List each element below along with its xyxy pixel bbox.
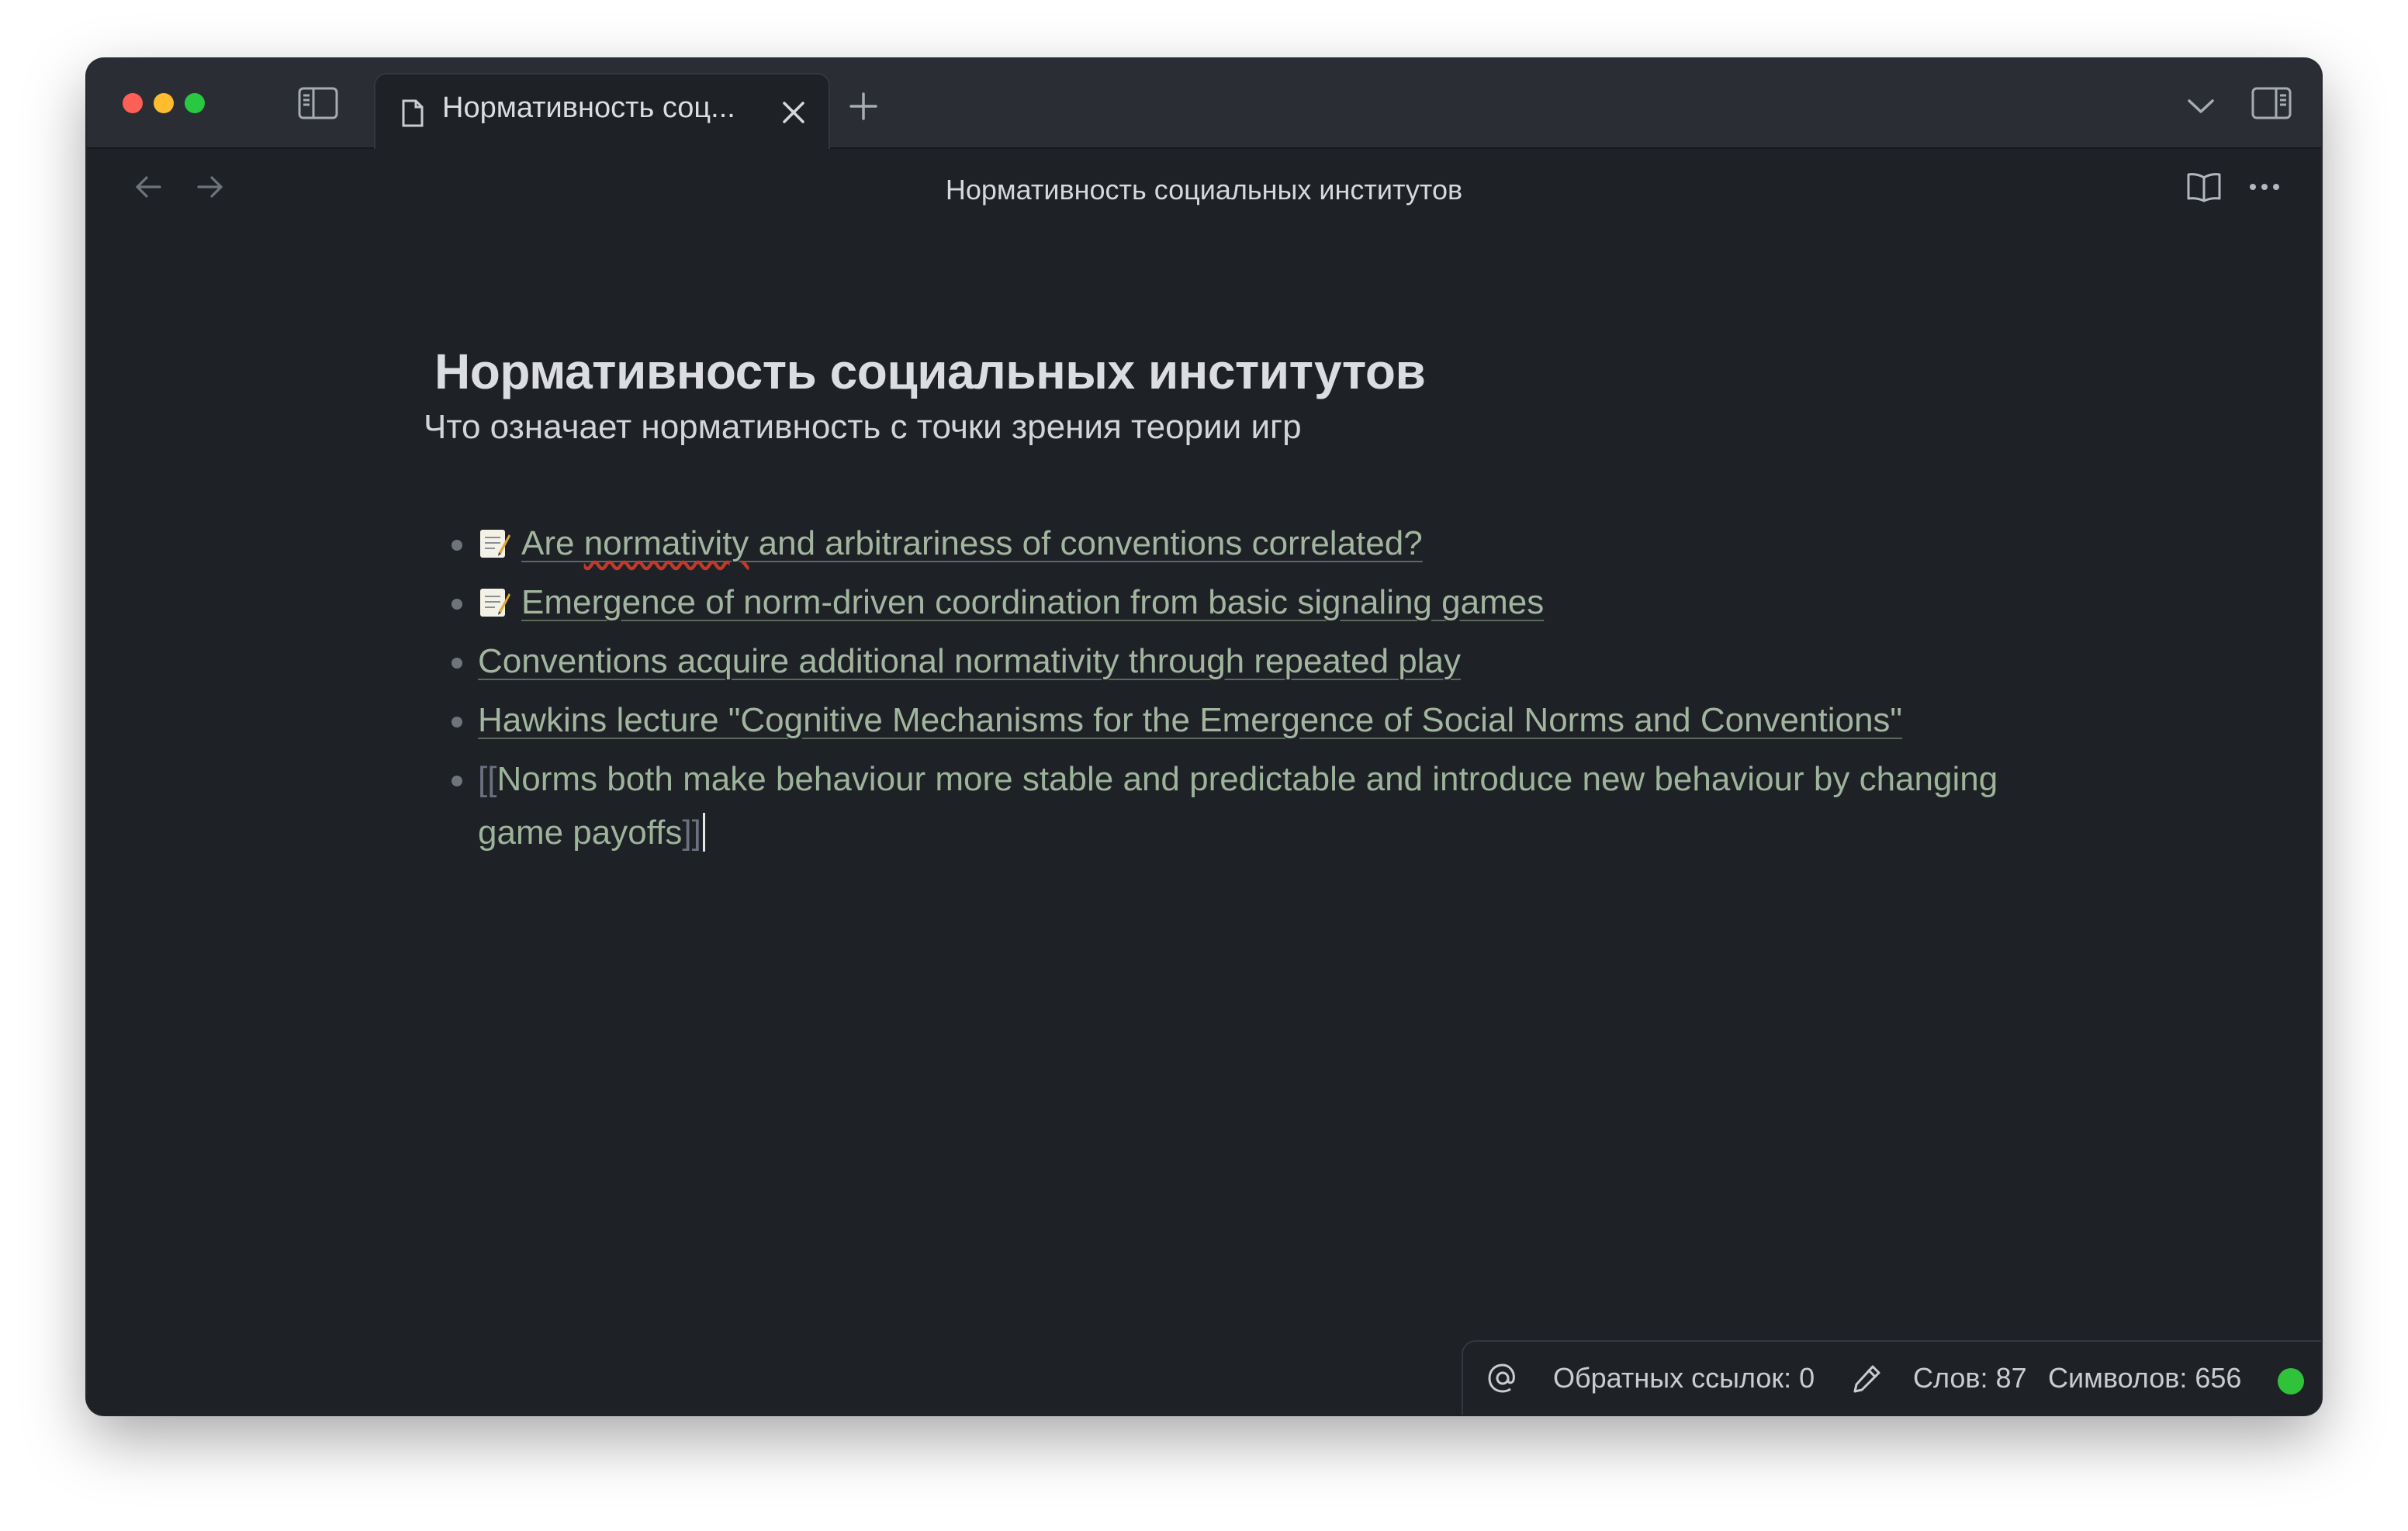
internal-link[interactable]: Hawkins lecture "Cognitive Mechanisms fo… [478,701,1902,739]
tab-label: Нормативность соц... [442,92,735,124]
list-item[interactable]: Are normativity and arbitrariness of con… [452,517,2065,570]
document-subtitle[interactable]: Что означает нормативность с точки зрени… [424,408,1302,447]
internal-link[interactable]: Are normativity and arbitrariness of con… [521,524,1423,562]
book-open-icon[interactable] [2183,166,2225,208]
minimize-window-button[interactable] [154,93,174,113]
tab-active-note[interactable]: Нормативность соц... [374,73,830,149]
document-title[interactable]: Нормативность социальных институтов [434,343,1426,400]
wikilink-open-brackets: [[ [478,760,497,798]
misspelled-word: normativity [583,524,749,562]
bullet-icon [452,776,462,786]
bullet-icon [452,717,462,727]
internal-link[interactable]: Emergence of norm-driven coordination fr… [521,583,1544,621]
backlinks-count[interactable]: Обратных ссылок: 0 [1553,1362,1815,1394]
memo-icon [480,530,510,558]
sidebar-left-icon[interactable] [295,82,341,124]
wikilink-close-brackets: ]] [682,814,701,852]
text-cursor [702,813,705,852]
list-item[interactable]: Hawkins lecture "Cognitive Mechanisms fo… [452,693,2065,747]
sidebar-right-icon[interactable] [2248,82,2295,124]
word-count: Слов: 87 [1913,1362,2027,1394]
close-icon[interactable] [774,93,813,132]
wikilink-text[interactable]: Norms both make behaviour more stable an… [478,760,1998,852]
app-window: Нормативность соц... Нормативность социа… [87,59,2321,1415]
more-horizontal-icon[interactable] [2244,166,2285,208]
character-count: Символов: 656 [2048,1362,2242,1394]
close-window-button[interactable] [123,93,143,113]
list-item-editing[interactable]: [[Norms both make behaviour more stable … [452,752,2065,859]
memo-icon [480,589,510,617]
link-text-part: and arbitrariness of conventions correla… [749,524,1423,562]
list-item[interactable]: Conventions acquire additional normativi… [452,634,2065,688]
list-item[interactable]: Emergence of norm-driven coordination fr… [452,575,2065,629]
plus-icon[interactable] [844,87,883,126]
bullet-icon [452,540,462,551]
note-list: Are normativity and arbitrariness of con… [452,517,2065,865]
pencil-icon[interactable] [1848,1359,1887,1398]
title-bar: Нормативность соц... [87,59,2321,149]
link-text-part: Are [521,524,584,562]
note-header-title[interactable]: Нормативность социальных институтов [87,174,2321,206]
chevron-down-icon[interactable] [2181,87,2220,126]
zoom-window-button[interactable] [185,93,205,113]
status-bar: Обратных ссылок: 0 Слов: 87 Символов: 65… [1462,1340,2321,1415]
at-sign-icon[interactable] [1483,1359,1522,1398]
bullet-icon [452,658,462,669]
sync-status-indicator[interactable] [2278,1368,2304,1394]
bullet-icon [452,599,462,610]
file-icon [397,95,428,132]
internal-link[interactable]: Conventions acquire additional normativi… [478,642,1461,680]
